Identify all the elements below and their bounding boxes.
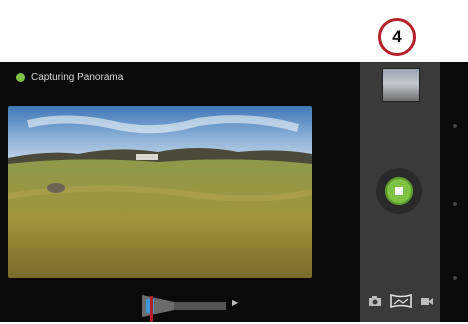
progress-direction-arrow-icon: ▶	[232, 298, 239, 307]
last-capture-thumbnail[interactable]	[382, 68, 420, 102]
video-icon[interactable]	[420, 295, 434, 307]
callout-line-bottom	[150, 296, 153, 322]
callout-circle: 4	[378, 18, 416, 56]
mode-switcher	[368, 294, 434, 308]
callout-number: 4	[392, 27, 402, 46]
status-bar: Capturing Panorama	[16, 72, 123, 83]
panorama-preview	[8, 106, 312, 278]
camera-icon[interactable]	[368, 295, 382, 307]
right-control-panel	[360, 62, 440, 322]
nav-dot-bottom	[453, 276, 457, 280]
nav-dot-middle	[453, 202, 457, 206]
stop-icon	[395, 187, 403, 195]
status-text: Capturing Panorama	[31, 72, 124, 83]
panorama-icon[interactable]	[390, 294, 412, 308]
recording-indicator-dot	[16, 73, 25, 82]
camera-screen: Capturing Panorama ▶	[0, 62, 468, 322]
nav-dot-top	[453, 124, 457, 128]
